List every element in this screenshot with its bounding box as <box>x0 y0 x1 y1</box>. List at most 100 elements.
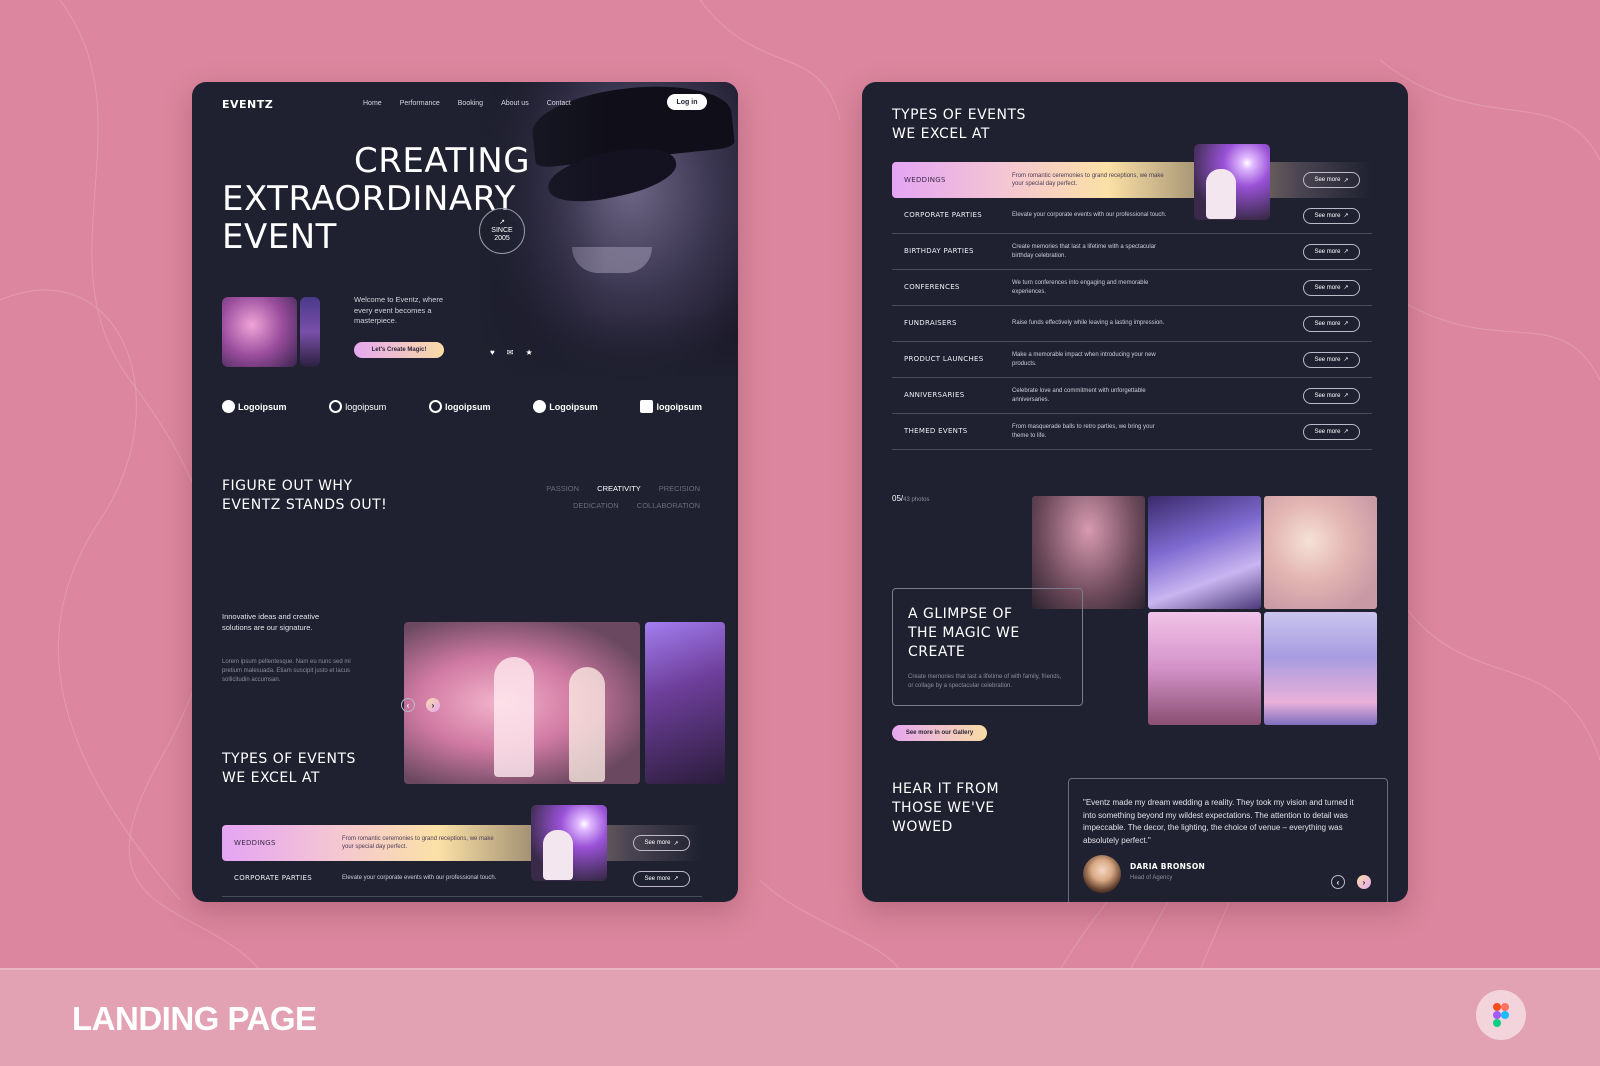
see-more-button[interactable]: See more ↗ <box>1303 172 1360 188</box>
see-more-button[interactable]: See more ↗ <box>1303 207 1360 224</box>
testimonial-quote: "Eventz made my dream wedding a reality.… <box>1083 798 1354 845</box>
event-row-birthday-parties[interactable]: BIRTHDAY PARTIES Create memories that las… <box>892 234 1372 270</box>
partner-logo-icon <box>533 400 547 413</box>
partner-logo: Logoipsum <box>222 400 287 413</box>
partner-logo: logoipsum <box>429 400 491 413</box>
event-description: From romantic ceremonies to grand recept… <box>1012 172 1164 188</box>
nav-link-booking[interactable]: Booking <box>458 100 483 107</box>
carousel-next-button[interactable]: › <box>426 698 440 712</box>
heart-icon[interactable]: ♥ <box>490 348 495 357</box>
create-magic-button[interactable]: Let's Create Magic! <box>354 342 444 358</box>
partner-logo-icon <box>640 400 654 413</box>
gallery-counter: 05/43 photos <box>892 494 930 503</box>
nav-link-performance[interactable]: Performance <box>400 100 440 107</box>
see-more-button[interactable]: See more ↗ <box>1303 279 1360 296</box>
avatar <box>1083 855 1121 893</box>
event-name: ANNIVERSARIES <box>904 391 965 399</box>
hero-thumbnail-drummer[interactable] <box>222 297 297 367</box>
carousel-prev-button[interactable]: ‹ <box>401 698 415 712</box>
nav-link-home[interactable]: Home <box>363 100 382 107</box>
gallery-photo-guitarist[interactable] <box>1264 496 1377 609</box>
since-badge[interactable]: ↗ SINCE 2005 <box>479 208 525 254</box>
arrow-up-right-icon: ↗ <box>499 219 505 226</box>
see-more-button[interactable]: See more ↗ <box>1303 387 1360 404</box>
why-lead-text: Innovative ideas and creative solutions … <box>222 612 320 632</box>
badge-label: SINCE <box>491 227 513 234</box>
hero-title-line1: CREATING <box>354 141 531 181</box>
partner-logo-icon <box>329 400 343 413</box>
nav-link-contact[interactable]: Contact <box>547 100 571 107</box>
hero-thumbnail-next[interactable] <box>300 297 320 367</box>
testimonial-card: "Eventz made my dream wedding a reality.… <box>1068 778 1388 902</box>
event-name: WEDDINGS <box>904 175 946 184</box>
event-description: Create memories that last a lifetime wit… <box>1012 244 1157 259</box>
gallery-photo-venue[interactable] <box>1264 612 1377 725</box>
event-row-weddings[interactable]: WEDDINGS From romantic ceremonies to gran… <box>892 162 1372 198</box>
showcase-title: LANDING PAGE <box>72 1000 317 1037</box>
event-name: CORPORATE PARTIES <box>904 211 982 219</box>
value-tab-collaboration[interactable]: COLLABORATION <box>637 501 700 510</box>
partner-logo-icon <box>429 400 442 413</box>
value-tab-creativity[interactable]: CREATIVITY <box>597 484 640 493</box>
value-tab-precision[interactable]: PRECISION <box>659 484 700 493</box>
author-name: DARIA BRONSON <box>1130 862 1206 871</box>
event-description: Make a memorable impact when introducing… <box>1012 352 1156 367</box>
event-row-fundraisers[interactable]: FUNDRAISERS Raise funds effectively while… <box>892 306 1372 342</box>
brand-logo[interactable]: EVENTZ <box>222 98 273 111</box>
partner-logo: Logoipsum <box>533 400 598 413</box>
arrow-up-right-icon: ↗ <box>673 840 679 847</box>
chevron-left-icon: ‹ <box>406 700 410 710</box>
see-more-button[interactable]: See more ↗ <box>1303 315 1360 332</box>
see-more-button[interactable]: See more ↗ <box>1303 423 1360 440</box>
testimonial-prev-button[interactable]: ‹ <box>1331 875 1345 889</box>
event-row-anniversaries[interactable]: ANNIVERSARIES Celebrate love and commitme… <box>892 378 1372 414</box>
types-section-title: TYPES OF EVENTS WE EXCEL AT <box>222 751 356 786</box>
login-button[interactable]: Log in <box>667 94 707 110</box>
gallery-body-text: Create memories that last a lifetime of … <box>908 674 1062 689</box>
event-row-corporate-parties[interactable]: CORPORATE PARTIES Elevate your corporate … <box>892 198 1372 234</box>
event-name: BIRTHDAY PARTIES <box>904 247 974 255</box>
nav-link-about[interactable]: About us <box>501 100 529 107</box>
wedding-photo <box>1194 144 1270 220</box>
gallery-photo-party[interactable] <box>1148 612 1261 725</box>
event-row-conferences[interactable]: CONFERENCES We turn conferences into enga… <box>892 270 1372 306</box>
value-tab-passion[interactable]: PASSION <box>546 484 579 493</box>
see-more-button[interactable]: See more ↗ <box>633 870 690 887</box>
types-section-title: TYPES OF EVENTS WE EXCEL AT <box>892 107 1026 142</box>
gallery-photo-bridge[interactable] <box>1148 496 1261 609</box>
landing-page-preview-top: EVENTZ Home Performance Booking About us… <box>192 82 738 902</box>
mail-icon[interactable]: ✉ <box>507 348 514 357</box>
event-row-corporate-parties[interactable]: CORPORATE PARTIES Elevate your corporate… <box>222 861 702 897</box>
hero-welcome-text: Welcome to Eventz, where every event bec… <box>354 295 444 325</box>
value-tabs: PASSION CREATIVITY PRECISION DEDICATION … <box>512 480 700 514</box>
partner-logos: Logoipsum logoipsum logoipsum Logoipsum … <box>222 400 702 413</box>
arrow-up-right-icon: ↗ <box>1343 429 1349 435</box>
top-nav: EVENTZ Home Performance Booking About us… <box>192 82 738 126</box>
star-icon[interactable]: ★ <box>525 348 532 357</box>
hero-title-line2: EXTRAORDINARY <box>222 179 516 219</box>
why-body-text: Lorem ipsum pellentesque. Nam eu nunc se… <box>222 659 351 683</box>
see-more-button[interactable]: See more ↗ <box>633 835 690 851</box>
see-gallery-button[interactable]: See more in our Gallery <box>892 725 987 741</box>
arrow-up-right-icon: ↗ <box>1343 249 1349 255</box>
arrow-up-right-icon: ↗ <box>1343 393 1349 399</box>
event-row-product-launches[interactable]: PRODUCT LAUNCHES Make a memorable impact … <box>892 342 1372 378</box>
event-row-weddings[interactable]: WEDDINGS From romantic ceremonies to gra… <box>222 825 702 861</box>
figma-icon <box>1476 990 1526 1040</box>
partner-logo: logoipsum <box>329 400 386 413</box>
author-role: Head of Agency <box>1130 875 1173 881</box>
value-tab-dedication[interactable]: DEDICATION <box>573 501 619 510</box>
event-description: Celebrate love and commitment with unfor… <box>1012 388 1146 403</box>
gallery-info-box: A GLIMPSE OF THE MAGIC WE CREATE Create … <box>892 588 1083 706</box>
testimonial-next-button[interactable]: › <box>1357 875 1371 889</box>
see-more-button[interactable]: See more ↗ <box>1303 351 1360 368</box>
wedding-photo <box>531 805 607 881</box>
dj-image <box>645 622 725 784</box>
see-more-button[interactable]: See more ↗ <box>1303 243 1360 260</box>
event-name: THEMED EVENTS <box>904 427 968 435</box>
event-name: CONFERENCES <box>904 283 960 291</box>
arrow-up-right-icon: ↗ <box>673 876 679 882</box>
event-row-themed-events[interactable]: THEMED EVENTS From masquerade balls to re… <box>892 414 1372 450</box>
partner-logo-icon <box>222 400 235 413</box>
event-description: We turn conferences into engaging and me… <box>1012 280 1149 295</box>
